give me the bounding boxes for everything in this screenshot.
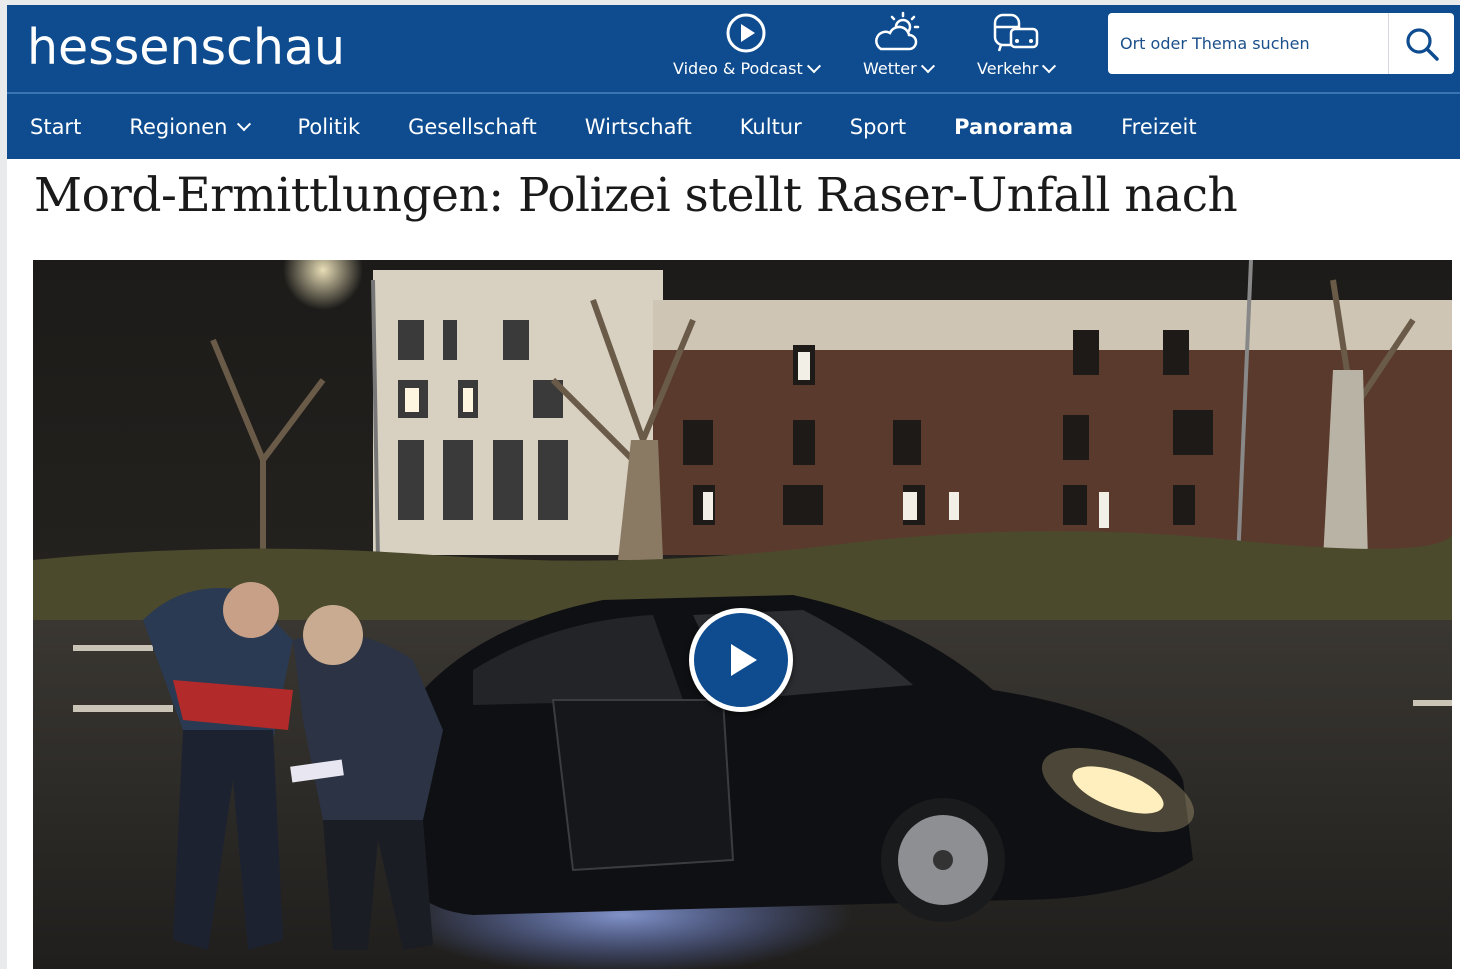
nav-item-label: Wirtschaft [584,114,692,139]
chevron-down-icon [1042,58,1057,73]
nav-item-kultur[interactable]: Kultur [740,115,802,139]
nav-item-wirtschaft[interactable]: Wirtschaft [585,115,692,139]
chevron-down-icon [806,58,821,73]
play-circle-icon [726,13,766,53]
search-box [1108,13,1454,74]
nav-item-freizeit[interactable]: Freizeit [1121,115,1197,139]
traffic-menu[interactable]: Verkehr [977,11,1057,78]
play-icon [731,644,757,676]
traffic-icon [993,13,1038,52]
chevron-down-icon [237,116,252,131]
nav-item-start[interactable]: Start [30,115,81,139]
search-button[interactable] [1388,13,1454,74]
nav-item-politik[interactable]: Politik [297,115,360,139]
nav-item-label: Regionen [129,114,228,139]
nav-item-label: Politik [297,114,361,139]
main-nav: Start Regionen Politik Gesellschaft Wirt… [7,94,1460,159]
site-header: hessenschau Video & Podcast Wetter Verke… [7,5,1460,92]
video-podcast-menu[interactable]: Video & Podcast [673,11,821,78]
weather-label: Wetter [863,59,917,78]
nav-item-label: Sport [849,114,907,139]
nav-item-label: Gesellschaft [408,114,537,139]
weather-menu[interactable]: Wetter [863,11,935,78]
traffic-label: Verkehr [977,59,1039,78]
nav-item-label: Freizeit [1121,114,1197,139]
nav-item-label: Start [30,114,82,139]
nav-item-regionen[interactable]: Regionen [129,114,252,139]
chevron-down-icon [920,58,935,73]
video-podcast-label: Video & Podcast [673,59,803,78]
nav-item-sport[interactable]: Sport [850,115,906,139]
nav-item-label: Panorama [954,114,1074,139]
search-input[interactable] [1108,13,1388,74]
article-headline: Mord-Ermittlungen: Polizei stellt Raser-… [34,168,1238,223]
play-button[interactable] [689,608,793,712]
nav-item-gesellschaft[interactable]: Gesellschaft [408,115,537,139]
video-player[interactable] [33,260,1452,969]
nav-item-label: Kultur [739,114,802,139]
weather-icon [874,11,920,51]
search-icon [1405,27,1439,61]
nav-item-panorama[interactable]: Panorama [954,115,1073,139]
site-logo[interactable]: hessenschau [27,19,345,76]
page: hessenschau Video & Podcast Wetter Verke… [7,5,1460,969]
